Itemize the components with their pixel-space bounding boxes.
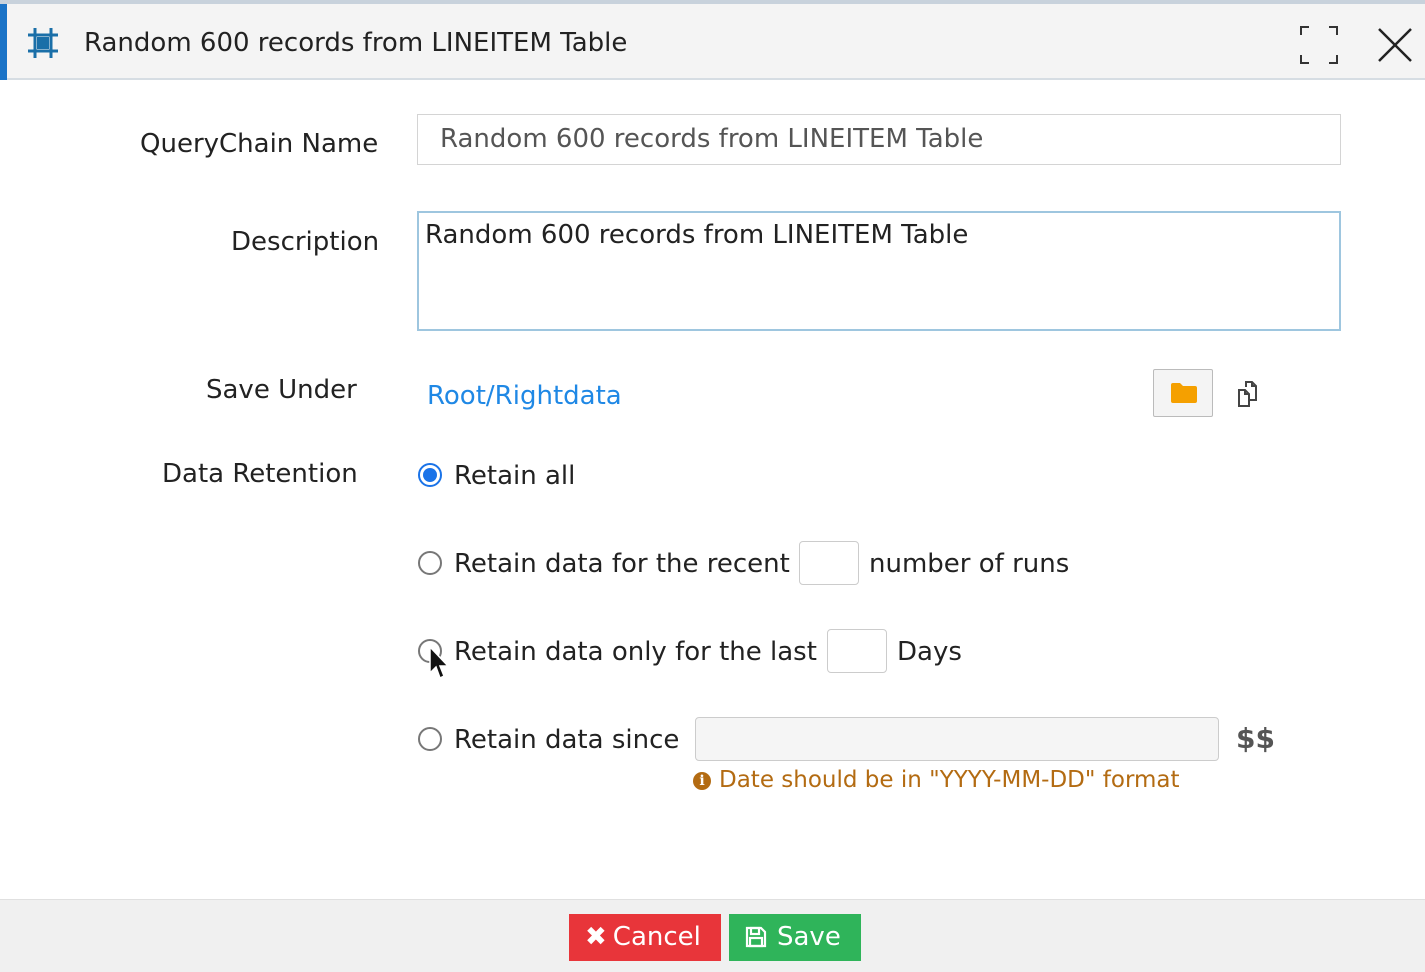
- save-button[interactable]: Save: [729, 914, 861, 961]
- retain-since-date-input[interactable]: [695, 717, 1219, 761]
- last-days-input[interactable]: [827, 629, 887, 673]
- retain-since-radio[interactable]: [418, 727, 442, 751]
- retain-last-days-label: Retain data only for the last: [454, 637, 817, 667]
- header-accent-bar: [0, 4, 7, 80]
- retain-recent-runs-label: Retain data for the recent: [454, 549, 790, 579]
- save-under-path-link[interactable]: Root/Rightdata: [427, 379, 622, 413]
- date-format-hint: i Date should be in "YYYY-MM-DD" format: [693, 765, 1180, 795]
- description-label: Description: [231, 227, 380, 257]
- cancel-button-label: Cancel: [612, 922, 701, 952]
- cancel-button[interactable]: ✖ Cancel: [569, 914, 721, 961]
- floppy-disk-icon: [745, 926, 767, 948]
- querychain-name-label: QueryChain Name: [140, 129, 379, 159]
- retain-all-label: Retain all: [454, 461, 576, 491]
- recent-runs-input[interactable]: [799, 541, 859, 585]
- description-textarea[interactable]: Random 600 records from LINEITEM Table: [417, 211, 1341, 331]
- date-format-hint-text: Date should be in "YYYY-MM-DD" format: [719, 767, 1180, 793]
- retain-since-label: Retain data since: [454, 725, 680, 755]
- retain-all-radio[interactable]: [418, 463, 442, 487]
- maximize-icon[interactable]: [1300, 26, 1338, 64]
- info-icon: i: [693, 772, 711, 790]
- folder-icon: [1171, 383, 1197, 403]
- recent-runs-suffix: number of runs: [869, 549, 1070, 579]
- parameter-button[interactable]: $$: [1236, 722, 1275, 756]
- times-icon: ✖: [585, 922, 607, 952]
- retain-recent-runs-radio[interactable]: [418, 551, 442, 575]
- querychain-dialog: Random 600 records from LINEITEM Table Q…: [0, 0, 1425, 972]
- mouse-pointer-icon: [429, 645, 450, 680]
- dialog-header: Random 600 records from LINEITEM Table: [0, 4, 1425, 80]
- save-button-label: Save: [777, 922, 841, 952]
- crop-frame-icon: [28, 28, 58, 58]
- browse-folder-button[interactable]: [1153, 369, 1213, 417]
- dialog-footer: ✖ Cancel Save: [0, 899, 1425, 972]
- data-retention-label: Data Retention: [162, 459, 358, 489]
- last-days-suffix: Days: [897, 637, 962, 667]
- dialog-title: Random 600 records from LINEITEM Table: [84, 28, 628, 58]
- close-icon[interactable]: [1376, 26, 1414, 64]
- querychain-name-input[interactable]: Random 600 records from LINEITEM Table: [417, 114, 1341, 165]
- save-under-label: Save Under: [206, 375, 357, 405]
- copy-icon[interactable]: [1236, 378, 1266, 408]
